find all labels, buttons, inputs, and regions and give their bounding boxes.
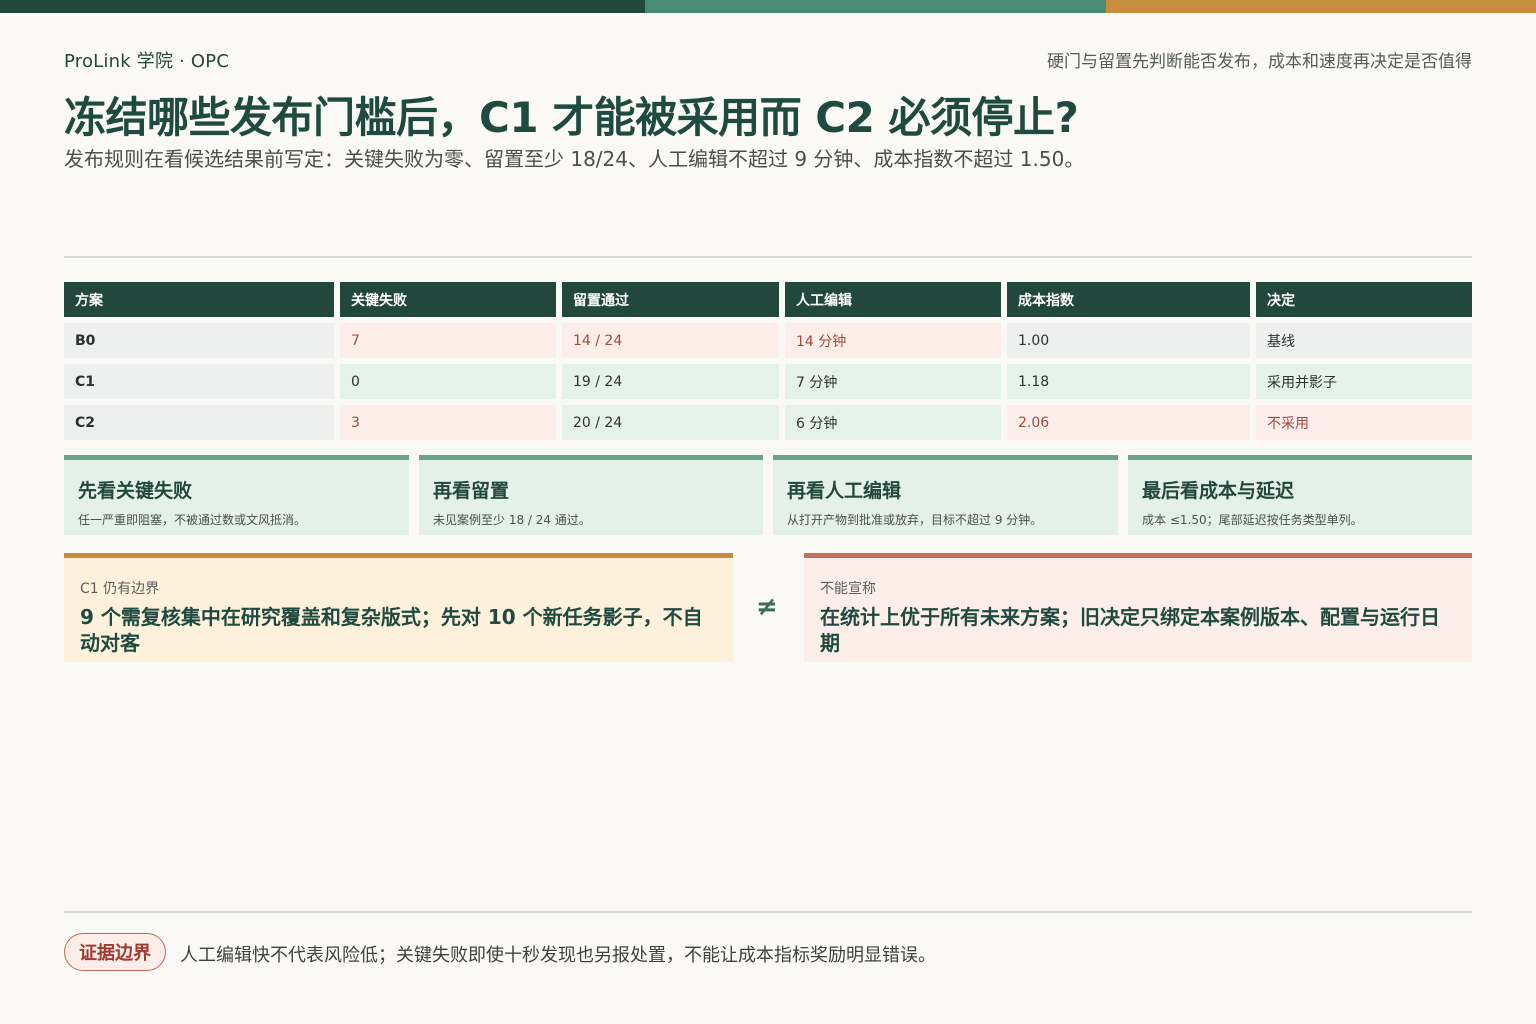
row-label: B0 [64,323,334,358]
table-cell: 7 分钟 [785,364,1001,399]
release-gate-table: 方案 关键失败 留置通过 人工编辑 成本指数 决定 B0 7 14 / 24 1… [64,282,1472,446]
step-title: 最后看成本与延迟 [1142,480,1295,502]
box-label: C1 仍有边界 [80,581,160,597]
c1-boundary-box: C1 仍有边界 9 个需复核集中在研究覆盖和复杂版式；先对 10 个新任务影子，… [64,553,733,662]
divider-bottom [64,911,1472,913]
accent-segment-dark [0,0,645,13]
table-cell: 3 [340,405,556,440]
table-row: C2 3 20 / 24 6 分钟 2.06 不采用 [64,405,1472,440]
footer-note: 人工编辑快不代表风险低；关键失败即使十秒发现也另报处置，不能让成本指标奖励明显错… [180,945,936,966]
box-text: 9 个需复核集中在研究覆盖和复杂版式；先对 10 个新任务影子，不自动对客 [80,605,703,655]
table-cell: 7 [340,323,556,358]
evidence-boundary-badge: 证据边界 [64,933,166,971]
step-description: 未见案例至少 18 / 24 通过。 [433,513,591,527]
column-header-critical-failures: 关键失败 [340,282,556,317]
table-cell: 1.18 [1007,364,1250,399]
table-cell: 14 分钟 [785,323,1001,358]
table-cell: 1.00 [1007,323,1250,358]
step-description: 成本 ≤1.50；尾部延迟按任务类型单列。 [1142,513,1363,527]
table-cell: 6 分钟 [785,405,1001,440]
step-card-cost-latency: 最后看成本与延迟 成本 ≤1.50；尾部延迟按任务类型单列。 [1128,455,1472,535]
step-card-holdout: 再看留置 未见案例至少 18 / 24 通过。 [419,455,763,535]
table-cell: 14 / 24 [562,323,779,358]
brand-label: ProLink 学院 · OPC [64,51,230,72]
table-header-row: 方案 关键失败 留置通过 人工编辑 成本指数 决定 [64,282,1472,317]
row-label: C1 [64,364,334,399]
step-card-critical-failures: 先看关键失败 任一严重即阻塞，不被通过数或文风抵消。 [64,455,409,535]
step-description: 从打开产物到批准或放弃，目标不超过 9 分钟。 [787,513,1043,527]
step-title: 先看关键失败 [78,480,193,502]
column-header-decision: 决定 [1256,282,1472,317]
table-row: C1 0 19 / 24 7 分钟 1.18 采用并影子 [64,364,1472,399]
step-title: 再看人工编辑 [787,480,902,502]
column-header-holdout-pass: 留置通过 [562,282,779,317]
table-cell: 2.06 [1007,405,1250,440]
row-label: C2 [64,405,334,440]
tagline: 硬门与留置先判断能否发布，成本和速度再决定是否值得 [1047,52,1472,72]
page-subtitle: 发布规则在看候选结果前写定：关键失败为零、留置至少 18/24、人工编辑不超过 … [64,147,1085,171]
page-title: 冻结哪些发布门槛后，C1 才能被采用而 C2 必须停止? [64,93,1079,142]
table-cell: 不采用 [1256,405,1472,440]
table-cell: 0 [340,364,556,399]
not-equal-icon: ≠ [756,592,778,622]
box-label: 不能宣称 [820,581,876,597]
column-header-manual-edit: 人工编辑 [785,282,1001,317]
table-cell: 20 / 24 [562,405,779,440]
box-text: 在统计上优于所有未来方案；旧决定只绑定本案例版本、配置与运行日期 [820,605,1440,655]
table-cell: 基线 [1256,323,1472,358]
accent-segment-mid [645,0,1106,13]
accent-segment-orange [1106,0,1536,13]
cannot-claim-box: 不能宣称 在统计上优于所有未来方案；旧决定只绑定本案例版本、配置与运行日期 [804,553,1472,662]
step-card-manual-edit: 再看人工编辑 从打开产物到批准或放弃，目标不超过 9 分钟。 [773,455,1118,535]
column-header-cost-index: 成本指数 [1007,282,1250,317]
step-description: 任一严重即阻塞，不被通过数或文风抵消。 [78,513,307,527]
table-row: B0 7 14 / 24 14 分钟 1.00 基线 [64,323,1472,358]
decision-steps: 先看关键失败 任一严重即阻塞，不被通过数或文风抵消。 再看留置 未见案例至少 1… [64,455,1472,535]
top-accent-bar [0,0,1536,13]
divider-top [64,256,1472,258]
table-cell: 采用并影子 [1256,364,1472,399]
column-header-plan: 方案 [64,282,334,317]
table-cell: 19 / 24 [562,364,779,399]
step-title: 再看留置 [433,480,510,502]
